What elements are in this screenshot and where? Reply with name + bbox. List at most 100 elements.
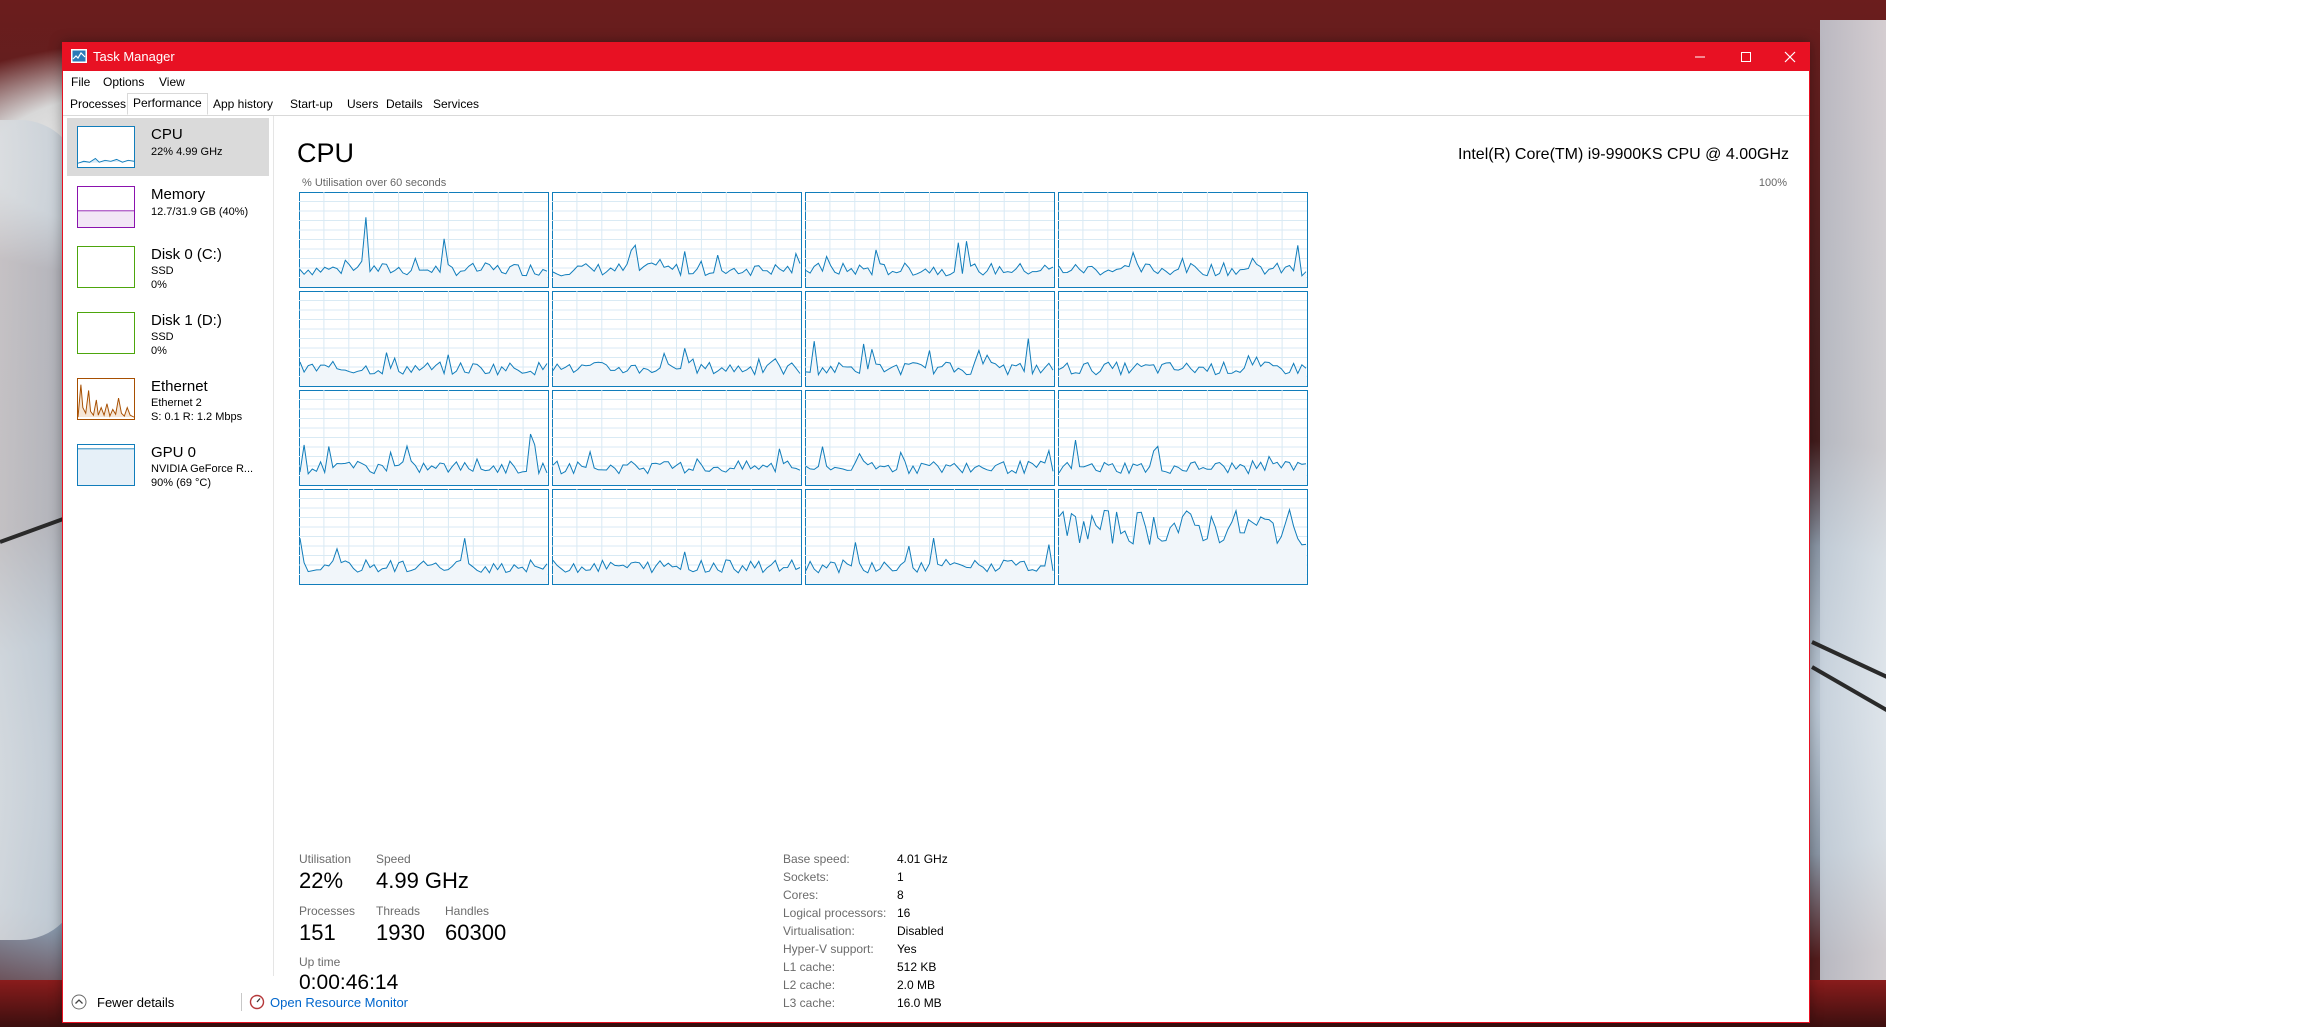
sidebar-item-ethernet[interactable]: Ethernet Ethernet 2 S: 0.1 R: 1.2 Mbps bbox=[67, 370, 269, 428]
threads-label: Threads bbox=[376, 904, 421, 918]
disk-1-thumbnail-graph bbox=[77, 312, 135, 354]
logical-processor-graph bbox=[552, 489, 802, 585]
sidebar-item-detail: 12.7/31.9 GB (40%) bbox=[151, 206, 249, 218]
utilisation-label: Utilisation bbox=[299, 852, 352, 866]
close-icon bbox=[1784, 51, 1796, 63]
sidebar-item-cpu[interactable]: CPU 22% 4.99 GHz bbox=[67, 118, 269, 176]
gpu-thumbnail-graph bbox=[77, 444, 135, 486]
ethernet-thumbnail-graph bbox=[77, 378, 135, 420]
property-label: Sockets: bbox=[783, 870, 830, 884]
chevron-up-icon[interactable] bbox=[71, 994, 87, 1010]
sidebar-item-title: Ethernet bbox=[151, 378, 208, 395]
task-manager-window: Task Manager File Options View Processes… bbox=[62, 42, 1810, 1023]
sidebar-item-detail: 22% 4.99 GHz bbox=[151, 146, 223, 158]
resource-monitor-icon bbox=[249, 994, 265, 1010]
footer: Fewer details Open Resource Monitor bbox=[63, 983, 1809, 1023]
property-value: 512 KB bbox=[897, 960, 937, 974]
menu-file[interactable]: File bbox=[71, 75, 90, 89]
sidebar-item-title: CPU bbox=[151, 126, 183, 143]
logical-processor-graph bbox=[1058, 291, 1308, 387]
menu-bar: File Options View bbox=[63, 71, 1809, 91]
processes-value: 151 bbox=[299, 920, 336, 945]
footer-divider bbox=[241, 993, 242, 1011]
window-title: Task Manager bbox=[93, 49, 175, 64]
menu-view[interactable]: View bbox=[159, 75, 185, 89]
property-value: 8 bbox=[897, 888, 904, 902]
cpu-thumbnail-graph bbox=[77, 126, 135, 168]
sidebar-item-title: GPU 0 bbox=[151, 444, 197, 461]
logical-processor-graph bbox=[552, 192, 802, 288]
tab-services[interactable]: Services bbox=[428, 95, 484, 113]
minimize-button[interactable] bbox=[1677, 43, 1723, 71]
sidebar-item-disk-0[interactable]: Disk 0 (C:) SSD 0% bbox=[67, 238, 269, 296]
property-label: Base speed: bbox=[783, 852, 850, 866]
memory-thumbnail-graph bbox=[77, 186, 135, 228]
sidebar-item-title: Disk 1 (D:) bbox=[151, 312, 222, 329]
speed-value: 4.99 GHz bbox=[376, 868, 469, 893]
sidebar-item-gpu-0[interactable]: GPU 0 NVIDIA GeForce R... 90% (69 °C) bbox=[67, 436, 269, 494]
speed-label: Speed bbox=[376, 852, 411, 866]
sidebar-item-detail: 90% (69 °C) bbox=[151, 477, 212, 489]
disk-0-thumbnail-graph bbox=[77, 246, 135, 288]
tab-details[interactable]: Details bbox=[381, 95, 428, 113]
logical-processor-graph bbox=[1058, 489, 1308, 585]
logical-processor-graphs bbox=[299, 192, 1308, 585]
title-bar[interactable]: Task Manager bbox=[63, 43, 1809, 71]
logical-processor-graph bbox=[552, 390, 802, 486]
logical-processor-graph bbox=[1058, 192, 1308, 288]
utilisation-value: 22% bbox=[299, 868, 344, 893]
tab-bar: Processes Performance App history Start-… bbox=[63, 91, 1809, 116]
handles-label: Handles bbox=[445, 904, 490, 918]
sidebar-item-detail: SSD bbox=[151, 331, 174, 343]
sidebar-item-detail: SSD bbox=[151, 265, 174, 277]
uptime-label: Up time bbox=[299, 955, 341, 969]
sidebar-item-detail: 0% bbox=[151, 279, 167, 291]
logical-processor-graph bbox=[299, 489, 549, 585]
logical-processor-graph bbox=[299, 192, 549, 288]
menu-options[interactable]: Options bbox=[103, 75, 144, 89]
property-label: Virtualisation: bbox=[783, 924, 855, 938]
sidebar-item-memory[interactable]: Memory 12.7/31.9 GB (40%) bbox=[67, 178, 269, 236]
property-label: Hyper-V support: bbox=[783, 942, 874, 956]
tab-performance[interactable]: Performance bbox=[127, 93, 208, 115]
sidebar-item-detail: Ethernet 2 bbox=[151, 397, 202, 409]
threads-value: 1930 bbox=[376, 920, 425, 945]
close-button[interactable] bbox=[1767, 43, 1813, 71]
open-resource-monitor-link[interactable]: Open Resource Monitor bbox=[270, 995, 408, 1010]
logical-processor-graph bbox=[299, 291, 549, 387]
tab-processes[interactable]: Processes bbox=[65, 95, 131, 113]
tab-users[interactable]: Users bbox=[342, 95, 383, 113]
logical-processor-graph bbox=[299, 390, 549, 486]
logical-processor-graph bbox=[805, 390, 1055, 486]
cpu-performance-panel: CPU Intel(R) Core(TM) i9-9900KS CPU @ 4.… bbox=[273, 116, 1809, 1010]
background-wing-right bbox=[1820, 20, 1886, 1020]
logical-processor-graph bbox=[805, 489, 1055, 585]
tab-start-up[interactable]: Start-up bbox=[285, 95, 338, 113]
sidebar-item-detail: NVIDIA GeForce R... bbox=[151, 463, 254, 475]
logical-processor-graph bbox=[1058, 390, 1308, 486]
task-manager-app-icon bbox=[71, 49, 87, 63]
resource-sidebar: CPU 22% 4.99 GHz Memory 12.7/31.9 GB (40… bbox=[63, 116, 274, 976]
page-title: CPU bbox=[297, 138, 355, 168]
tab-app-history[interactable]: App history bbox=[208, 95, 278, 113]
property-label: Logical processors: bbox=[783, 906, 887, 920]
fewer-details-button[interactable]: Fewer details bbox=[97, 995, 174, 1010]
handles-value: 60300 bbox=[445, 920, 507, 945]
maximize-button[interactable] bbox=[1723, 43, 1769, 71]
logical-processor-graph bbox=[805, 291, 1055, 387]
processes-label: Processes bbox=[299, 904, 356, 918]
sidebar-item-title: Memory bbox=[151, 186, 206, 203]
cpu-model-name: Intel(R) Core(TM) i9-9900KS CPU @ 4.00GH… bbox=[1458, 146, 1789, 163]
property-value: Disabled bbox=[897, 924, 944, 938]
graph-max-label: 100% bbox=[1758, 177, 1787, 189]
maximize-icon bbox=[1741, 52, 1751, 62]
property-value: 4.01 GHz bbox=[897, 852, 948, 866]
property-label: Cores: bbox=[783, 888, 819, 902]
minimize-icon bbox=[1695, 56, 1705, 58]
logical-processor-graph bbox=[805, 192, 1055, 288]
property-value: Yes bbox=[897, 942, 917, 956]
sidebar-item-detail: S: 0.1 R: 1.2 Mbps bbox=[151, 411, 243, 423]
property-value: 16 bbox=[897, 906, 911, 920]
sidebar-item-disk-1[interactable]: Disk 1 (D:) SSD 0% bbox=[67, 304, 269, 362]
graph-caption: % Utilisation over 60 seconds bbox=[302, 177, 447, 189]
